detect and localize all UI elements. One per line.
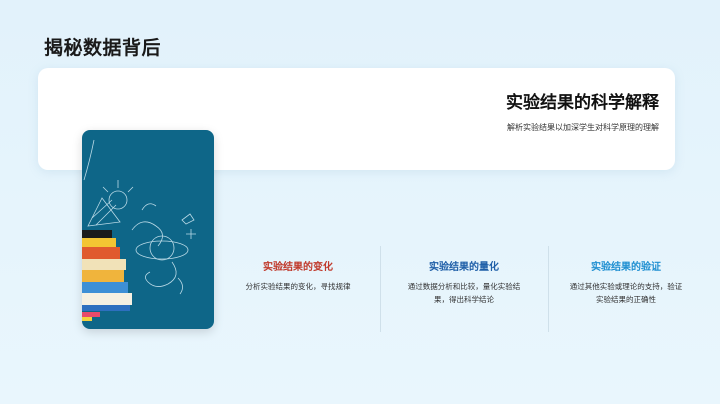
divider-1 [380, 246, 381, 332]
column-verify: 实验结果的验证 通过其他实验或理论的支持，验证实验结果的正确性 [556, 258, 696, 306]
science-books-chalk-icon [82, 139, 196, 321]
card-heading: 实验结果的科学解释 [506, 93, 659, 113]
column-description: 通过数据分析和比较，量化实验结果，得出科学结论 [407, 282, 521, 304]
column-title: 实验结果的量化 [429, 262, 499, 273]
column-description: 分析实验结果的变化，寻找规律 [245, 282, 351, 291]
card-subtitle: 解析实验结果以加深学生对科学原理的理解 [507, 123, 659, 132]
column-description: 通过其他实验或理论的支持，验证实验结果的正确性 [569, 282, 683, 304]
image-panel [82, 130, 214, 329]
column-change: 实验结果的变化 分析实验结果的变化，寻找规律 [228, 258, 368, 293]
column-quantify: 实验结果的量化 通过数据分析和比较，量化实验结果，得出科学结论 [394, 258, 534, 306]
divider-2 [548, 246, 549, 332]
column-title: 实验结果的验证 [591, 262, 661, 273]
page-title: 揭秘数据背后 [44, 37, 162, 59]
column-title: 实验结果的变化 [263, 262, 333, 273]
